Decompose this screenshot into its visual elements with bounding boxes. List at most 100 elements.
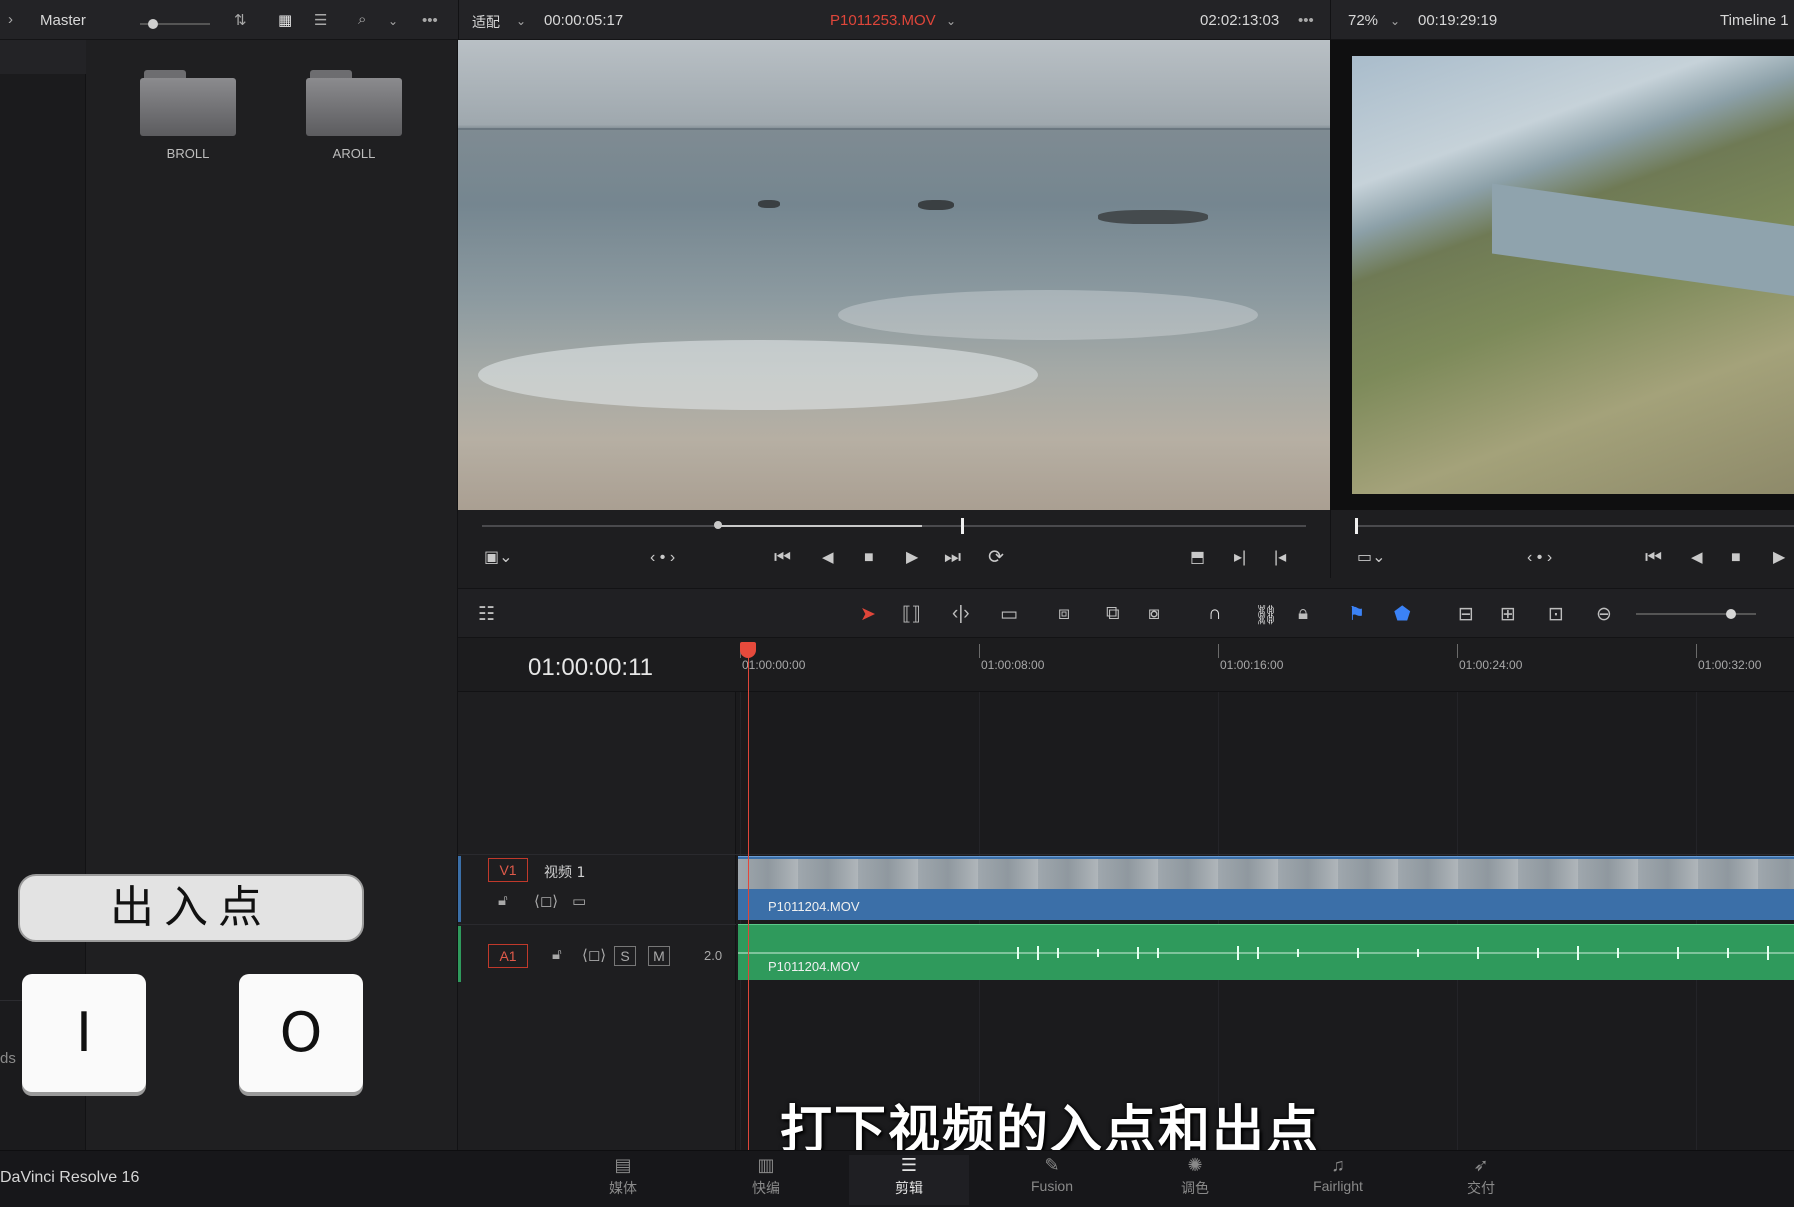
snapping-icon[interactable]: ∩: [1208, 603, 1222, 625]
viewer-options-icon[interactable]: ▭⌄: [1357, 548, 1386, 568]
zoom-out-icon[interactable]: ⊖: [1596, 603, 1612, 626]
page-edit[interactable]: ☰ 剪辑: [849, 1155, 969, 1205]
page-color[interactable]: ✺ 调色: [1135, 1155, 1255, 1205]
timeline-viewer[interactable]: [1352, 56, 1794, 494]
source-playhead[interactable]: [961, 518, 964, 534]
viewer-options-icon[interactable]: ▣⌄: [484, 548, 513, 568]
trim-tool-icon[interactable]: ⟦⟧: [902, 603, 921, 626]
play-reverse-icon[interactable]: ◀: [822, 548, 834, 568]
selected-bin-row[interactable]: [0, 40, 86, 74]
chevron-down-icon[interactable]: ⌄: [388, 14, 398, 28]
stop-icon[interactable]: ■: [1731, 548, 1741, 568]
play-reverse-icon[interactable]: ◀: [1691, 548, 1703, 568]
blade-tool-icon[interactable]: ▭: [1000, 603, 1018, 626]
timeline-playhead-line: [748, 648, 749, 1150]
timeline-name[interactable]: Timeline 1: [1720, 12, 1789, 29]
chevron-right-icon[interactable]: ›: [8, 11, 13, 28]
video-clip[interactable]: P1011204.MOV: [738, 856, 1794, 920]
source-viewer[interactable]: [458, 40, 1330, 510]
chevron-down-icon[interactable]: ⌄: [1390, 14, 1400, 28]
chevron-down-icon[interactable]: ⌄: [516, 14, 526, 28]
audio-track-badge[interactable]: A1: [488, 944, 528, 968]
page-navigation-bar: DaVinci Resolve 16 ▤ 媒体 ▥ 快编 ☰ 剪辑 ✎ Fusi…: [0, 1150, 1794, 1207]
timeline-zoom-slider[interactable]: [1636, 613, 1756, 615]
zoom-level[interactable]: 72%: [1348, 12, 1378, 29]
selection-tool-icon[interactable]: ➤: [860, 603, 876, 626]
overwrite-clip-icon[interactable]: ⧉: [1106, 603, 1120, 625]
folder-aroll[interactable]: AROLL: [306, 70, 402, 161]
mute-button[interactable]: M: [648, 946, 670, 966]
play-icon[interactable]: ▶: [1773, 548, 1785, 568]
go-to-end-icon[interactable]: ⏭: [944, 548, 961, 568]
more-options-icon[interactable]: •••: [1298, 12, 1314, 29]
timeline-duration: 00:19:29:19: [1418, 12, 1498, 29]
folder-label: AROLL: [332, 146, 376, 161]
loop-icon[interactable]: ⟳: [988, 548, 1004, 568]
divider: [458, 0, 459, 40]
timecode-panel: 01:00:00:11: [458, 638, 736, 692]
gridline: [1218, 692, 1219, 1150]
cut-icon: ▥: [757, 1155, 775, 1175]
source-clip-name[interactable]: P1011253.MOV: [830, 12, 936, 29]
go-to-start-icon[interactable]: ⏮: [1645, 548, 1662, 568]
lock-icon[interactable]: 🔓︎: [498, 892, 508, 909]
play-icon[interactable]: ▶: [906, 548, 918, 568]
timeline-scrub-playhead[interactable]: [1355, 518, 1358, 534]
sort-icon[interactable]: ⇅: [234, 11, 247, 29]
zoom-slider-knob[interactable]: [1726, 609, 1736, 619]
divider: [458, 924, 736, 925]
marker-icon[interactable]: ⬟: [1394, 603, 1411, 626]
page-fusion[interactable]: ✎ Fusion: [992, 1155, 1112, 1205]
timeline-tracks[interactable]: [736, 692, 1794, 1150]
timeline-playhead[interactable]: [740, 642, 756, 658]
folder-icon: [306, 70, 402, 136]
chevron-down-icon[interactable]: ⌄: [946, 14, 956, 28]
bin-name[interactable]: Master: [40, 12, 86, 29]
page-label: Fairlight: [1313, 1178, 1363, 1194]
wave-foam: [838, 290, 1258, 340]
match-frame-icon[interactable]: ⬒: [1190, 548, 1205, 568]
audio-channel-format: 2.0: [704, 948, 723, 963]
timeline-ruler[interactable]: 01:00:00:00 01:00:08:00 01:00:16:00 01:0…: [736, 638, 1794, 692]
search-icon[interactable]: ⌕: [358, 11, 366, 28]
folder-broll[interactable]: BROLL: [140, 70, 236, 161]
zoom-full-icon[interactable]: ⊟: [1458, 603, 1474, 626]
page-media[interactable]: ▤ 媒体: [563, 1155, 683, 1205]
stop-icon[interactable]: ■: [864, 548, 874, 568]
jog-control-icon[interactable]: ‹ • ›: [1527, 548, 1552, 568]
slider-knob[interactable]: [148, 19, 158, 29]
zoom-custom-icon[interactable]: ⊡: [1548, 603, 1564, 626]
sea: [1492, 183, 1794, 299]
more-options-icon[interactable]: •••: [422, 12, 438, 29]
page-deliver[interactable]: ➶ 交付: [1421, 1155, 1541, 1205]
timeline-view-options-icon[interactable]: ☷: [478, 603, 495, 626]
page-label: 快编: [752, 1180, 780, 1196]
audio-clip[interactable]: P1011204.MOV: [738, 924, 1794, 980]
zoom-detail-icon[interactable]: ⊞: [1500, 603, 1516, 626]
auto-select-icon[interactable]: ⟨◻⟩: [534, 892, 558, 910]
disable-track-icon[interactable]: ▭: [572, 892, 586, 910]
video-track-badge[interactable]: V1: [488, 858, 528, 882]
in-point-marker[interactable]: [714, 521, 722, 529]
go-to-start-icon[interactable]: ⏮: [774, 548, 791, 568]
position-lock-icon[interactable]: 🔒︎: [1298, 603, 1308, 625]
linked-selection-icon[interactable]: ⛓: [1254, 603, 1278, 627]
lock-icon[interactable]: 🔓︎: [552, 946, 562, 963]
insert-clip-icon[interactable]: ⧈: [1058, 603, 1070, 625]
timeline-scrub-bar[interactable]: [1355, 525, 1794, 527]
grid-view-icon[interactable]: ▦: [278, 11, 292, 29]
video-track-name[interactable]: 视频 1: [544, 862, 585, 882]
solo-button[interactable]: S: [614, 946, 636, 966]
page-cut[interactable]: ▥ 快编: [706, 1155, 826, 1205]
flag-icon[interactable]: ⚑: [1348, 603, 1365, 626]
list-view-icon[interactable]: ☰: [314, 11, 327, 29]
fit-dropdown[interactable]: 适配: [472, 12, 500, 32]
auto-select-icon[interactable]: ⟨◻⟩: [582, 946, 606, 964]
mark-out-icon[interactable]: |◂: [1274, 548, 1286, 568]
dynamic-trim-icon[interactable]: ‹|›: [952, 603, 970, 625]
jog-control-icon[interactable]: ‹ • ›: [650, 548, 675, 568]
folder-label: BROLL: [166, 146, 210, 161]
page-fairlight[interactable]: ♫ Fairlight: [1278, 1155, 1398, 1205]
mark-in-icon[interactable]: ▸|: [1234, 548, 1246, 568]
replace-clip-icon[interactable]: ⧇: [1148, 603, 1160, 625]
